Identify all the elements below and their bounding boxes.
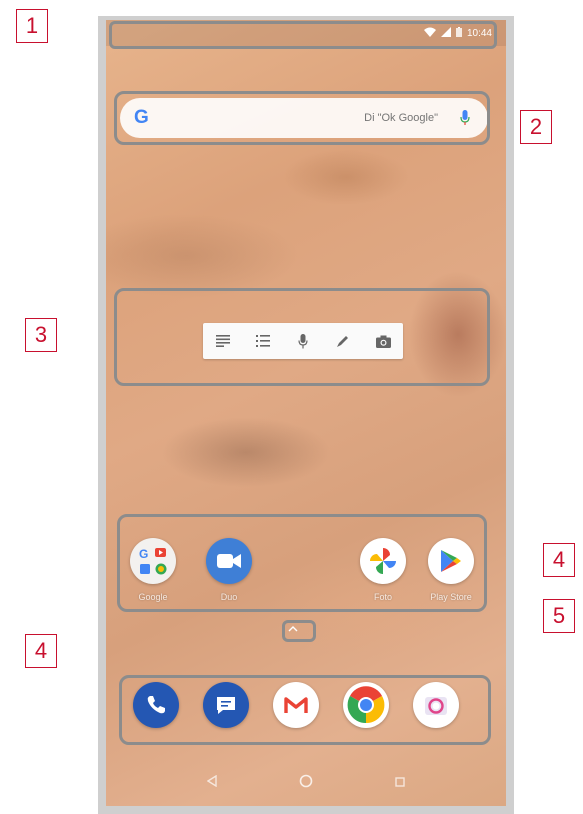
callout-1: 1: [16, 9, 48, 43]
callout-3: 3: [25, 318, 57, 352]
back-icon[interactable]: [206, 774, 217, 792]
callout-4-right: 4: [543, 543, 575, 577]
highlight-search-bar: [114, 91, 490, 145]
callout-5: 5: [543, 599, 575, 633]
highlight-keep-widget: [114, 288, 490, 386]
highlight-status-bar: [109, 21, 497, 49]
highlight-dock: [119, 675, 491, 745]
highlight-apps-row: [117, 514, 487, 612]
home-icon[interactable]: [299, 774, 313, 793]
navigation-bar: [106, 760, 506, 806]
recents-icon[interactable]: [395, 774, 405, 792]
callout-2: 2: [520, 110, 552, 144]
callout-4-left: 4: [25, 634, 57, 668]
highlight-drawer-handle: [282, 620, 316, 642]
